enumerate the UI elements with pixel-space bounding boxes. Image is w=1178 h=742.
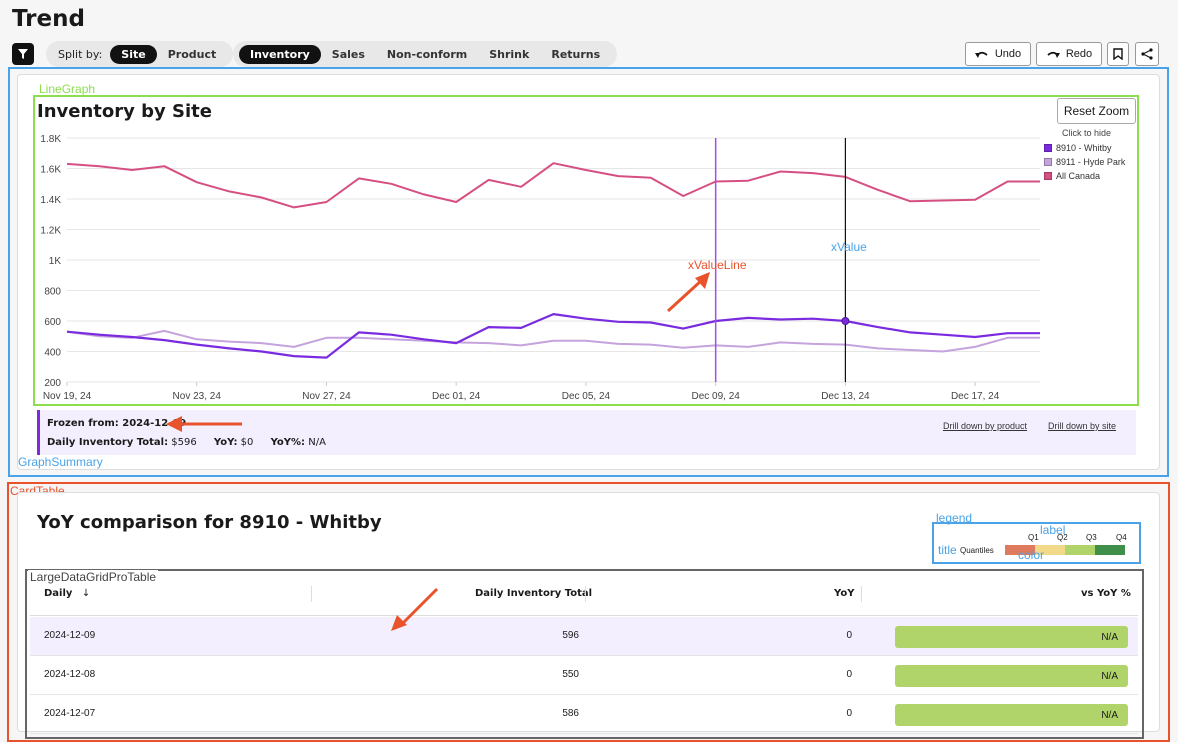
quantile-label-q3: Q3 [1086, 533, 1097, 542]
x-tick-label: Dec 01, 24 [432, 391, 481, 402]
yoy-value: $0 [240, 437, 254, 448]
x-tick-label: Dec 17, 24 [951, 391, 1000, 402]
annotation-title: title [938, 543, 957, 557]
yoy-label: YoY: [213, 437, 238, 448]
table-title: YoY comparison for 8910 - Whitby [37, 512, 382, 533]
cell-total: 586 [562, 708, 579, 719]
quantile-title: Quantiles [960, 546, 994, 555]
cell-total: 596 [562, 630, 579, 641]
x-tick-label: Dec 09, 24 [691, 391, 740, 402]
y-tick-label: 1.4K [40, 195, 61, 206]
quantile-swatch-q4 [1095, 545, 1125, 555]
table-row[interactable]: 2024-12-07 586 0 N/A [30, 695, 1138, 734]
y-tick-label: 1.8K [40, 134, 61, 145]
x-tick-label: Nov 19, 24 [43, 391, 92, 402]
y-tick-label: 1K [49, 256, 62, 267]
total-label: Daily Inventory Total: [47, 437, 169, 448]
y-tick-label: 200 [44, 378, 61, 389]
column-header-label: Daily [44, 588, 73, 599]
cell-yoy-pct-bar: N/A [895, 626, 1128, 648]
quantile-swatch-q3 [1065, 545, 1095, 555]
annotation-color: color [1018, 548, 1045, 562]
annotation-xvalueline: xValueLine [688, 258, 747, 272]
column-divider [861, 586, 862, 602]
x-tick-label: Nov 27, 24 [302, 391, 351, 402]
y-tick-label: 400 [44, 348, 61, 359]
series-line [66, 329, 1040, 353]
cell-date: 2024-12-08 [44, 669, 96, 680]
cell-yoy: 0 [846, 630, 852, 641]
column-divider [585, 586, 586, 602]
column-divider [311, 586, 312, 602]
x-tick-label: Dec 13, 24 [821, 391, 870, 402]
arrow-annotation-head [695, 272, 710, 289]
cell-yoy-pct-bar: N/A [895, 704, 1128, 726]
yoy-pct-value: N/A [308, 437, 326, 448]
y-tick-label: 800 [44, 287, 61, 298]
quantile-label-q1: Q1 [1028, 533, 1039, 542]
sort-down-icon[interactable]: ↓ [82, 588, 90, 599]
x-tick-label: Dec 05, 24 [562, 391, 611, 402]
drill-down-product-link[interactable]: Drill down by product [943, 421, 1027, 431]
y-tick-label: 1.6K [40, 165, 61, 176]
summary-stats: Daily Inventory Total: $596 YoY: $0 YoY%… [47, 437, 326, 448]
column-header-total[interactable]: Daily Inventory Total [475, 588, 592, 599]
cell-yoy-pct-bar: N/A [895, 665, 1128, 687]
drill-down-site-link[interactable]: Drill down by site [1048, 421, 1116, 431]
quantile-label-q4: Q4 [1116, 533, 1127, 542]
header-divider [30, 615, 1138, 616]
y-tick-label: 600 [44, 317, 61, 328]
column-header-daily[interactable]: Daily ↓ [44, 588, 90, 599]
cell-yoy: 0 [846, 708, 852, 719]
x-tick-label: Nov 23, 24 [173, 391, 222, 402]
annotation-xvalue: xValue [831, 240, 867, 254]
arrow-annotation-row [391, 587, 439, 631]
cell-date: 2024-12-07 [44, 708, 96, 719]
cell-yoy: 0 [846, 669, 852, 680]
annotation-large-grid: LargeDataGridProTable [28, 570, 159, 584]
cell-date: 2024-12-09 [44, 630, 96, 641]
total-value: $596 [171, 437, 197, 448]
table-row[interactable]: 2024-12-08 550 0 N/A [30, 656, 1138, 695]
arrow-annotation-line [666, 278, 704, 313]
table-row[interactable]: 2024-12-09 596 0 N/A [30, 617, 1138, 656]
frozen-label: Frozen from: [47, 418, 119, 429]
column-header-vs-yoy[interactable]: vs YoY % [1081, 588, 1131, 599]
series-line [66, 162, 1040, 209]
arrow-annotation-frozen [166, 416, 242, 432]
y-tick-label: 1.2K [40, 226, 61, 237]
cell-total: 550 [562, 669, 579, 680]
annotation-graphsummary: GraphSummary [18, 455, 103, 469]
hover-point [841, 317, 850, 325]
yoy-pct-label: YoY%: [270, 437, 306, 448]
quantile-label-q2: Q2 [1057, 533, 1068, 542]
column-header-yoy[interactable]: YoY [834, 588, 854, 599]
